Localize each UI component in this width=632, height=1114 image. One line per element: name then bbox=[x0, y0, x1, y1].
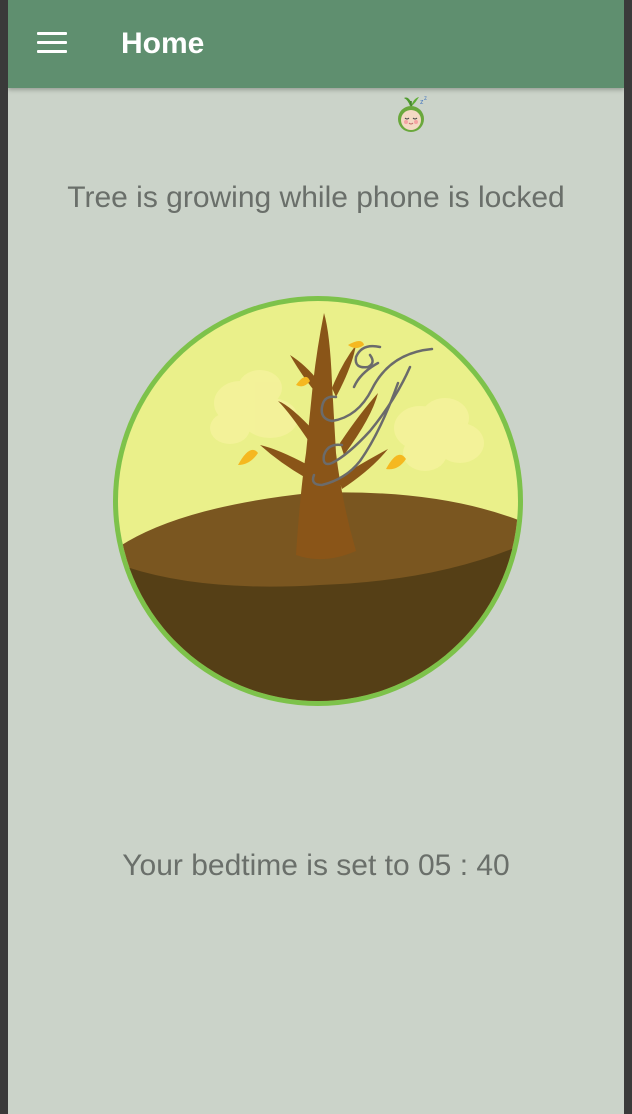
growing-tree-scene-illustration bbox=[113, 296, 523, 706]
menu-line-icon bbox=[37, 50, 67, 53]
svg-text:z: z bbox=[424, 96, 427, 102]
menu-line-icon bbox=[37, 32, 67, 35]
page-title: Home bbox=[121, 27, 205, 60]
device-frame: Home z z Tree is growing while phone is … bbox=[0, 0, 632, 1114]
growth-status-text: Tree is growing while phone is locked bbox=[67, 181, 565, 214]
sleeping-sprout-mascot-icon: z z bbox=[398, 96, 427, 132]
app-bar: Home bbox=[8, 0, 624, 88]
app-screen: Home z z Tree is growing while phone is … bbox=[8, 0, 624, 1114]
menu-line-icon bbox=[37, 41, 67, 44]
hamburger-menu-button[interactable] bbox=[30, 26, 74, 62]
bedtime-info-text: Your bedtime is set to 05 : 40 bbox=[122, 849, 510, 882]
